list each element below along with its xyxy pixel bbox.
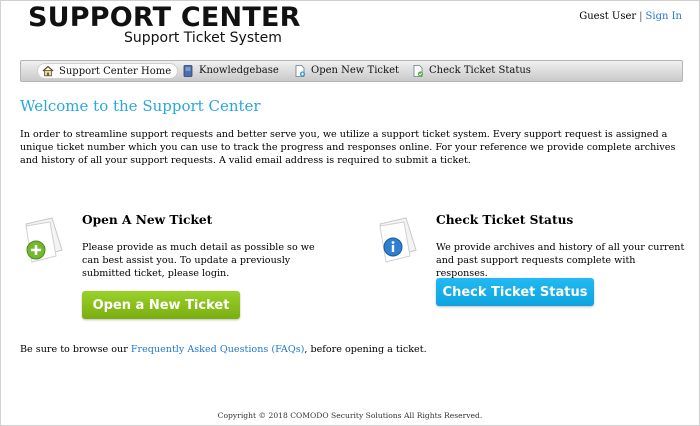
logo-subtitle: Support Ticket System: [124, 30, 282, 46]
open-ticket-title: Open A New Ticket: [82, 213, 213, 227]
nav-bar: Support Center Home Knowledgebase Open N…: [20, 60, 683, 82]
check-status-document-icon: [376, 216, 422, 266]
nav-item-check-status[interactable]: Check Ticket Status: [412, 63, 531, 78]
home-icon: [42, 65, 54, 77]
check-ticket-status-button[interactable]: Check Ticket Status: [436, 278, 594, 306]
book-icon: [182, 64, 194, 77]
nav-label-check-status: Check Ticket Status: [429, 65, 531, 76]
new-ticket-document-icon: [22, 216, 68, 266]
welcome-title: Welcome to the Support Center: [20, 97, 261, 115]
open-new-ticket-button[interactable]: Open a New Ticket: [82, 291, 240, 319]
nav-label-open-ticket: Open New Ticket: [311, 65, 400, 76]
separator: |: [639, 11, 643, 22]
faq-text-before: Be sure to browse our: [20, 344, 131, 355]
nav-label-knowledgebase: Knowledgebase: [199, 65, 279, 76]
check-status-title: Check Ticket Status: [436, 213, 574, 227]
user-box: Guest User | Sign In: [579, 11, 682, 22]
ticket-status-icon: [412, 64, 424, 77]
check-status-description: We provide archives and history of all y…: [436, 242, 685, 279]
new-ticket-icon: [294, 64, 306, 77]
open-ticket-description: Please provide as much detail as possibl…: [82, 242, 315, 279]
nav-item-open-ticket[interactable]: Open New Ticket: [294, 63, 399, 78]
nav-item-knowledgebase[interactable]: Knowledgebase: [182, 63, 279, 78]
sign-in-link[interactable]: Sign In: [646, 11, 682, 22]
intro-text: In order to streamline support requests …: [20, 129, 676, 166]
nav-item-home[interactable]: Support Center Home: [37, 63, 179, 79]
faq-note: Be sure to browse our Frequently Asked Q…: [20, 344, 427, 355]
footer-copyright: Copyright © 2018 COMODO Security Solutio…: [217, 411, 483, 420]
guest-user-label: Guest User: [579, 11, 637, 22]
nav-label-home: Support Center Home: [59, 65, 172, 77]
faq-text-after: , before opening a ticket.: [304, 344, 427, 355]
logo-title: SUPPORT CENTER: [28, 2, 301, 33]
faq-link[interactable]: Frequently Asked Questions (FAQs): [131, 344, 305, 355]
